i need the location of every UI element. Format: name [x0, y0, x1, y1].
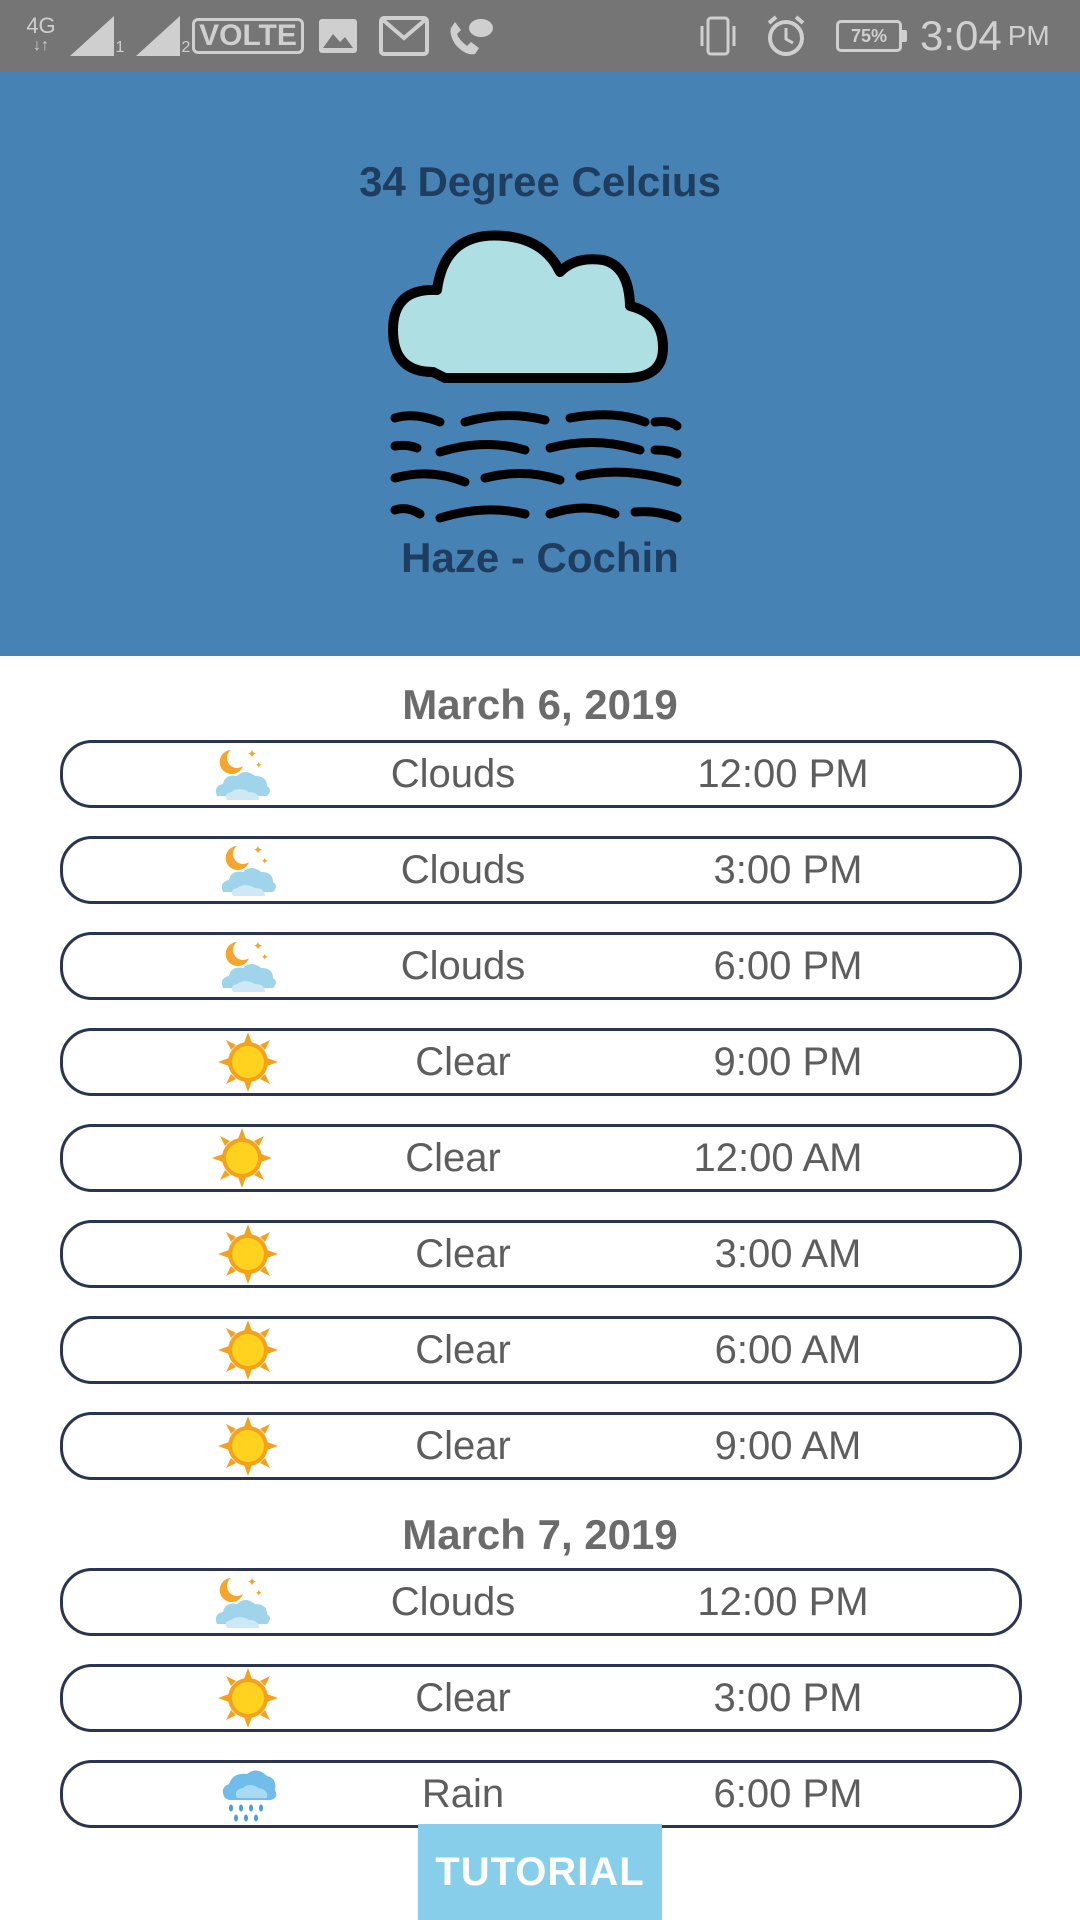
- condition-label: Clear: [415, 1232, 511, 1276]
- forecast-row[interactable]: Clear 6:00 AM: [60, 1316, 1022, 1384]
- temperature-label: 34 Degree Celcius: [359, 158, 721, 205]
- time-label: 3:00 PM: [713, 848, 863, 892]
- clock: 3:04 PM: [920, 0, 1070, 72]
- time-label: 3:00 PM: [713, 1676, 863, 1720]
- rain-cloud-icon: [213, 1763, 283, 1825]
- sun-icon: [213, 1223, 283, 1285]
- sun-icon: [213, 1319, 283, 1381]
- alarm-icon: [762, 0, 810, 72]
- time-label: 12:00 AM: [693, 1136, 863, 1180]
- condition-label: Clear: [415, 1328, 511, 1372]
- time-label: 12:00 PM: [697, 1580, 869, 1624]
- battery-level: 75%: [850, 25, 888, 46]
- forecast-row[interactable]: Rain 6:00 PM: [60, 1760, 1022, 1828]
- condition-label: Clouds: [400, 848, 526, 892]
- forecast-row[interactable]: Clear 12:00 AM: [60, 1124, 1022, 1192]
- condition-label: Clear: [415, 1424, 511, 1468]
- forecast-row[interactable]: Clear 9:00 PM: [60, 1028, 1022, 1096]
- signal-sim1-icon: [68, 0, 120, 72]
- volte-label: VOLTE: [192, 18, 304, 54]
- condition-label: Rain: [421, 1772, 505, 1816]
- time-label: 12:00 PM: [697, 752, 869, 796]
- forecast-row[interactable]: ✦ ✦ Clouds 12:00 PM: [60, 740, 1022, 808]
- condition-label: Clouds: [390, 752, 516, 796]
- clock-time: 3:04: [920, 12, 1002, 59]
- time-label: 6:00 AM: [714, 1328, 862, 1372]
- signal-sim2-icon: [134, 0, 186, 72]
- image-notification-icon: [316, 0, 360, 72]
- forecast-row[interactable]: Clear 3:00 AM: [60, 1220, 1022, 1288]
- sun-icon: [213, 1415, 283, 1477]
- forecast-row[interactable]: ✦ ✦ Clouds 3:00 PM: [60, 836, 1022, 904]
- tutorial-button[interactable]: TUTORIAL: [418, 1824, 662, 1920]
- forecast-row[interactable]: ✦ ✦ Clouds 6:00 PM: [60, 932, 1022, 1000]
- svg-text:✦: ✦: [255, 761, 263, 771]
- night-clouds-icon: ✦ ✦: [213, 839, 283, 901]
- vibrate-icon: [696, 0, 740, 72]
- svg-text:✦: ✦: [253, 843, 263, 857]
- time-label: 6:00 PM: [713, 944, 863, 988]
- time-label: 3:00 AM: [714, 1232, 862, 1276]
- night-clouds-icon: ✦ ✦: [213, 935, 283, 997]
- status-bar: 4G ↓↑ 1 2 VOLTE 75% 3:04 PM: [0, 0, 1080, 72]
- date-heading: March 6, 2019: [402, 681, 678, 728]
- missed-call-icon: [444, 0, 496, 72]
- sun-icon: [207, 1127, 277, 1189]
- svg-text:✦: ✦: [261, 857, 269, 867]
- time-label: 6:00 PM: [713, 1772, 863, 1816]
- svg-text:✦: ✦: [255, 1589, 263, 1599]
- gmail-notification-icon: [378, 0, 430, 72]
- svg-text:✦: ✦: [253, 939, 263, 953]
- condition-label: Clear: [415, 1040, 511, 1084]
- svg-text:✦: ✦: [247, 1575, 257, 1589]
- night-clouds-icon: ✦ ✦: [207, 743, 277, 805]
- battery-icon: 75%: [834, 0, 907, 72]
- sun-icon: [213, 1031, 283, 1093]
- date-heading: March 7, 2019: [402, 1511, 678, 1558]
- clock-ampm: PM: [1007, 20, 1050, 51]
- volte-indicator: VOLTE: [192, 0, 304, 72]
- network-type-indicator: 4G ↓↑: [26, 13, 56, 55]
- network-type-label: 4G: [26, 13, 56, 38]
- svg-text:✦: ✦: [247, 747, 257, 761]
- svg-text:✦: ✦: [261, 953, 269, 963]
- sun-icon: [213, 1667, 283, 1729]
- time-label: 9:00 AM: [714, 1424, 862, 1468]
- condition-location-label: Haze - Cochin: [401, 534, 679, 581]
- haze-cloud-icon: [388, 230, 682, 523]
- condition-label: Clouds: [390, 1580, 516, 1624]
- condition-label: Clear: [415, 1676, 511, 1720]
- forecast-row[interactable]: ✦ ✦ Clouds 12:00 PM: [60, 1568, 1022, 1636]
- current-weather-header: 34 Degree Celcius Haze - Cochin: [0, 72, 1080, 656]
- forecast-row[interactable]: Clear 3:00 PM: [60, 1664, 1022, 1732]
- condition-label: Clouds: [400, 944, 526, 988]
- forecast-row[interactable]: Clear 9:00 AM: [60, 1412, 1022, 1480]
- condition-label: Clear: [405, 1136, 501, 1180]
- time-label: 9:00 PM: [713, 1040, 863, 1084]
- night-clouds-icon: ✦ ✦: [207, 1571, 277, 1633]
